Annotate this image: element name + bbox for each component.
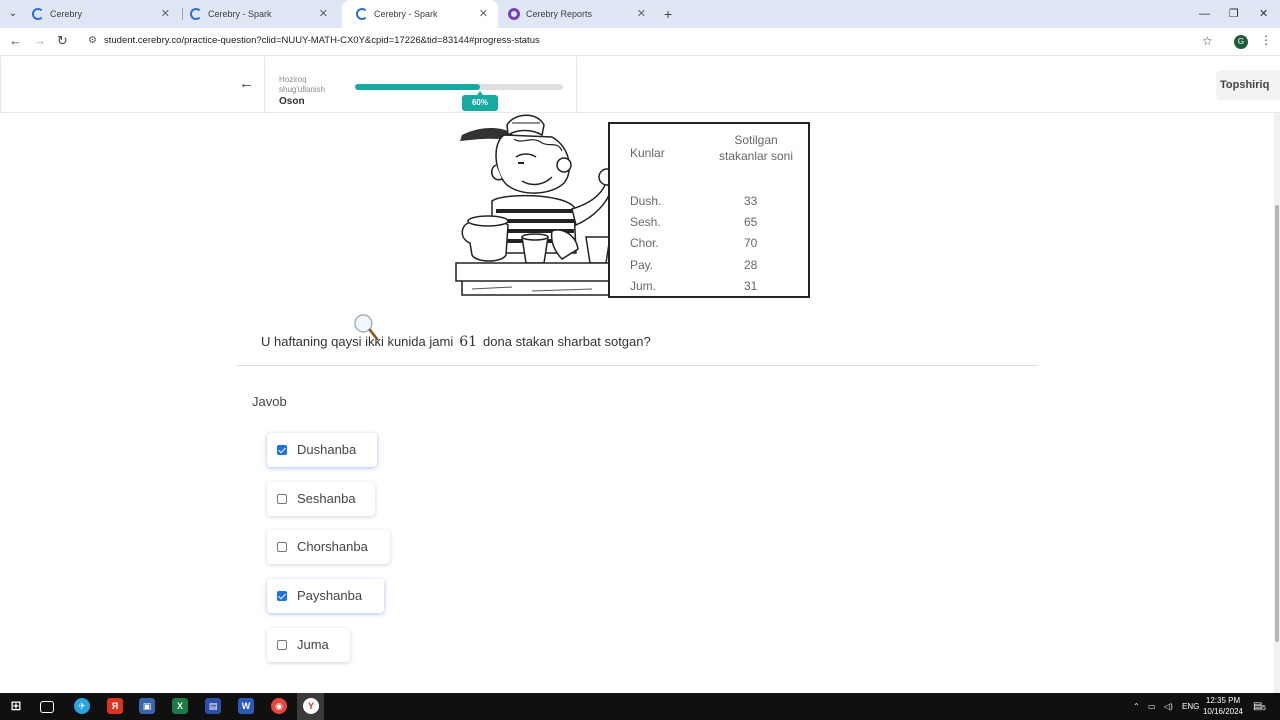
back-arrow-icon[interactable]: ← [239,75,254,92]
level-value: Oson [279,96,305,107]
checkbox[interactable] [277,445,287,455]
tab-title: Cerebry Reports [526,9,593,19]
clock-time: 12:35 PM [1205,696,1241,705]
excel-icon[interactable]: X [172,698,188,714]
option-payshanba[interactable]: Payshanba [267,579,384,613]
word-icon[interactable]: W [238,698,254,714]
question-text-after: dona stakan sharbat sotgan? [483,334,651,349]
windows-start-icon[interactable]: ⊞ [8,698,24,714]
cerebry-favicon-icon [190,8,202,20]
notification-count: 5 [1262,705,1266,712]
option-label: Juma [297,637,329,652]
yandex-browser-icon[interactable]: Y [303,698,319,714]
scrollbar-thumb[interactable] [1275,205,1279,642]
lemonade-boy-illustration [455,114,612,296]
back-nav-icon[interactable]: ← [9,33,22,48]
browser-menu-icon[interactable]: ⋮ [1260,33,1272,47]
bookmark-star-icon[interactable]: ☆ [1202,34,1213,48]
chrome-icon[interactable]: ◉ [271,698,287,714]
new-tab-button[interactable]: + [664,0,672,28]
option-label: Dushanba [297,442,357,457]
checkbox[interactable] [277,494,287,504]
close-icon[interactable]: ✕ [479,0,488,28]
network-app-icon[interactable]: ▣ [139,698,155,714]
option-dushanba[interactable]: Dushanba [267,433,377,467]
browser-tab-strip: ⌄ Cerebry ✕ Cerebry - Spark ✕ Cerebry - … [0,0,1280,28]
question-text: U haftaning qaysi ikki kunida jami 61 dona… [261,334,651,350]
option-chorshanba[interactable]: Chorshanba [267,530,390,564]
checkbox[interactable] [277,640,287,650]
tray-chevron-icon[interactable]: ⌃ [1133,693,1140,720]
browser-tab-4[interactable]: Cerebry Reports ✕ [494,0,656,28]
forward-nav-icon[interactable]: → [33,33,46,48]
progress-fill [355,84,480,90]
practice-header: ← Hoziroq shug'ullanish Oson 60% Topshir… [0,57,1280,113]
checkbox[interactable] [277,542,287,552]
sales-table: Kunlar Sotilgan stakanlar soni Dush. 33 … [608,122,810,298]
answer-label: Javob [252,394,287,409]
progress-percent-badge: 60% [462,91,498,111]
table-cell-value: 65 [744,215,758,229]
table-cell-day: Dush. [630,194,662,208]
browser-tab-2[interactable]: Cerebry - Spark ✕ [176,0,338,28]
table-cell-value: 33 [744,194,758,208]
table-cell-value: 28 [744,258,758,272]
reload-icon[interactable]: ↻ [57,33,68,49]
table-cell-day: Pay. [630,258,654,272]
volume-icon[interactable]: ◁) [1164,693,1173,720]
level-label: Hoziroq shug'ullanish [279,75,326,94]
close-icon[interactable]: ✕ [637,0,646,28]
section-divider [237,365,1038,366]
magnifier-cursor-icon [354,314,379,341]
cerebry-favicon-icon [32,8,44,20]
language-indicator[interactable]: ENG [1182,693,1199,720]
checkbox[interactable] [277,591,287,601]
browser-tab-1[interactable]: Cerebry ✕ [18,0,180,28]
question-number: 61 [459,334,478,350]
profile-avatar[interactable]: G [1234,35,1248,49]
tab-title: Cerebry - Spark [208,9,272,19]
progress-bar [355,84,563,90]
option-label: Chorshanba [297,539,368,554]
restore-icon[interactable]: ❐ [1229,0,1239,28]
tab-title: Cerebry [50,9,83,19]
table-cell-day: Chor. [630,236,659,250]
reports-favicon-icon [508,8,520,20]
table-cell-day: Jum. [630,279,657,293]
save-app-icon[interactable]: ▤ [205,698,221,714]
table-header-day: Kunlar [630,146,665,160]
telegram-icon[interactable]: ✈ [74,698,90,714]
progress-section: Hoziroq shug'ullanish Oson 60% [265,57,577,113]
topshiriq-button[interactable]: Topshiriq [1216,70,1280,100]
yandex-icon[interactable]: Я [107,698,123,714]
option-seshanba[interactable]: Seshanba [267,482,375,516]
task-view-icon[interactable] [40,701,54,713]
tab-title: Cerebry - Spark [374,9,438,19]
window-close-icon[interactable]: ✕ [1259,0,1268,28]
back-cell: ← [0,57,265,113]
site-info-icon[interactable]: ⚙ [88,35,97,46]
table-cell-day: Sesh. [630,215,661,229]
windows-taskbar: ⊞ ✈ Я ▣ X ▤ W ◉ Y ⌃ ▭ ◁) ENG 12:35 PM 10… [0,693,1280,720]
browser-tab-3-active[interactable]: Cerebry - Spark ✕ [342,0,498,28]
option-label: Seshanba [297,491,356,506]
url-text[interactable]: student.cerebry.co/practice-question?cli… [104,35,540,46]
option-label: Payshanba [297,588,363,603]
taskbar-clock[interactable]: 12:35 PM 10/16/2024 [1200,695,1246,717]
table-cell-value: 31 [744,279,758,293]
option-juma[interactable]: Juma [267,628,350,662]
browser-toolbar: ← → ↻ ⚙ student.cerebry.co/practice-ques… [0,28,1280,56]
address-bar[interactable]: ⚙ student.cerebry.co/practice-question?c… [80,31,1220,53]
cerebry-favicon-icon [356,8,368,20]
close-icon[interactable]: ✕ [319,0,328,28]
clock-date: 10/16/2024 [1202,707,1244,716]
close-icon[interactable]: ✕ [161,0,170,28]
table-header-count: Sotilgan stakanlar soni [718,133,794,163]
network-icon[interactable]: ▭ [1148,693,1156,720]
table-cell-value: 70 [744,236,758,250]
minimize-icon[interactable]: — [1199,0,1210,28]
